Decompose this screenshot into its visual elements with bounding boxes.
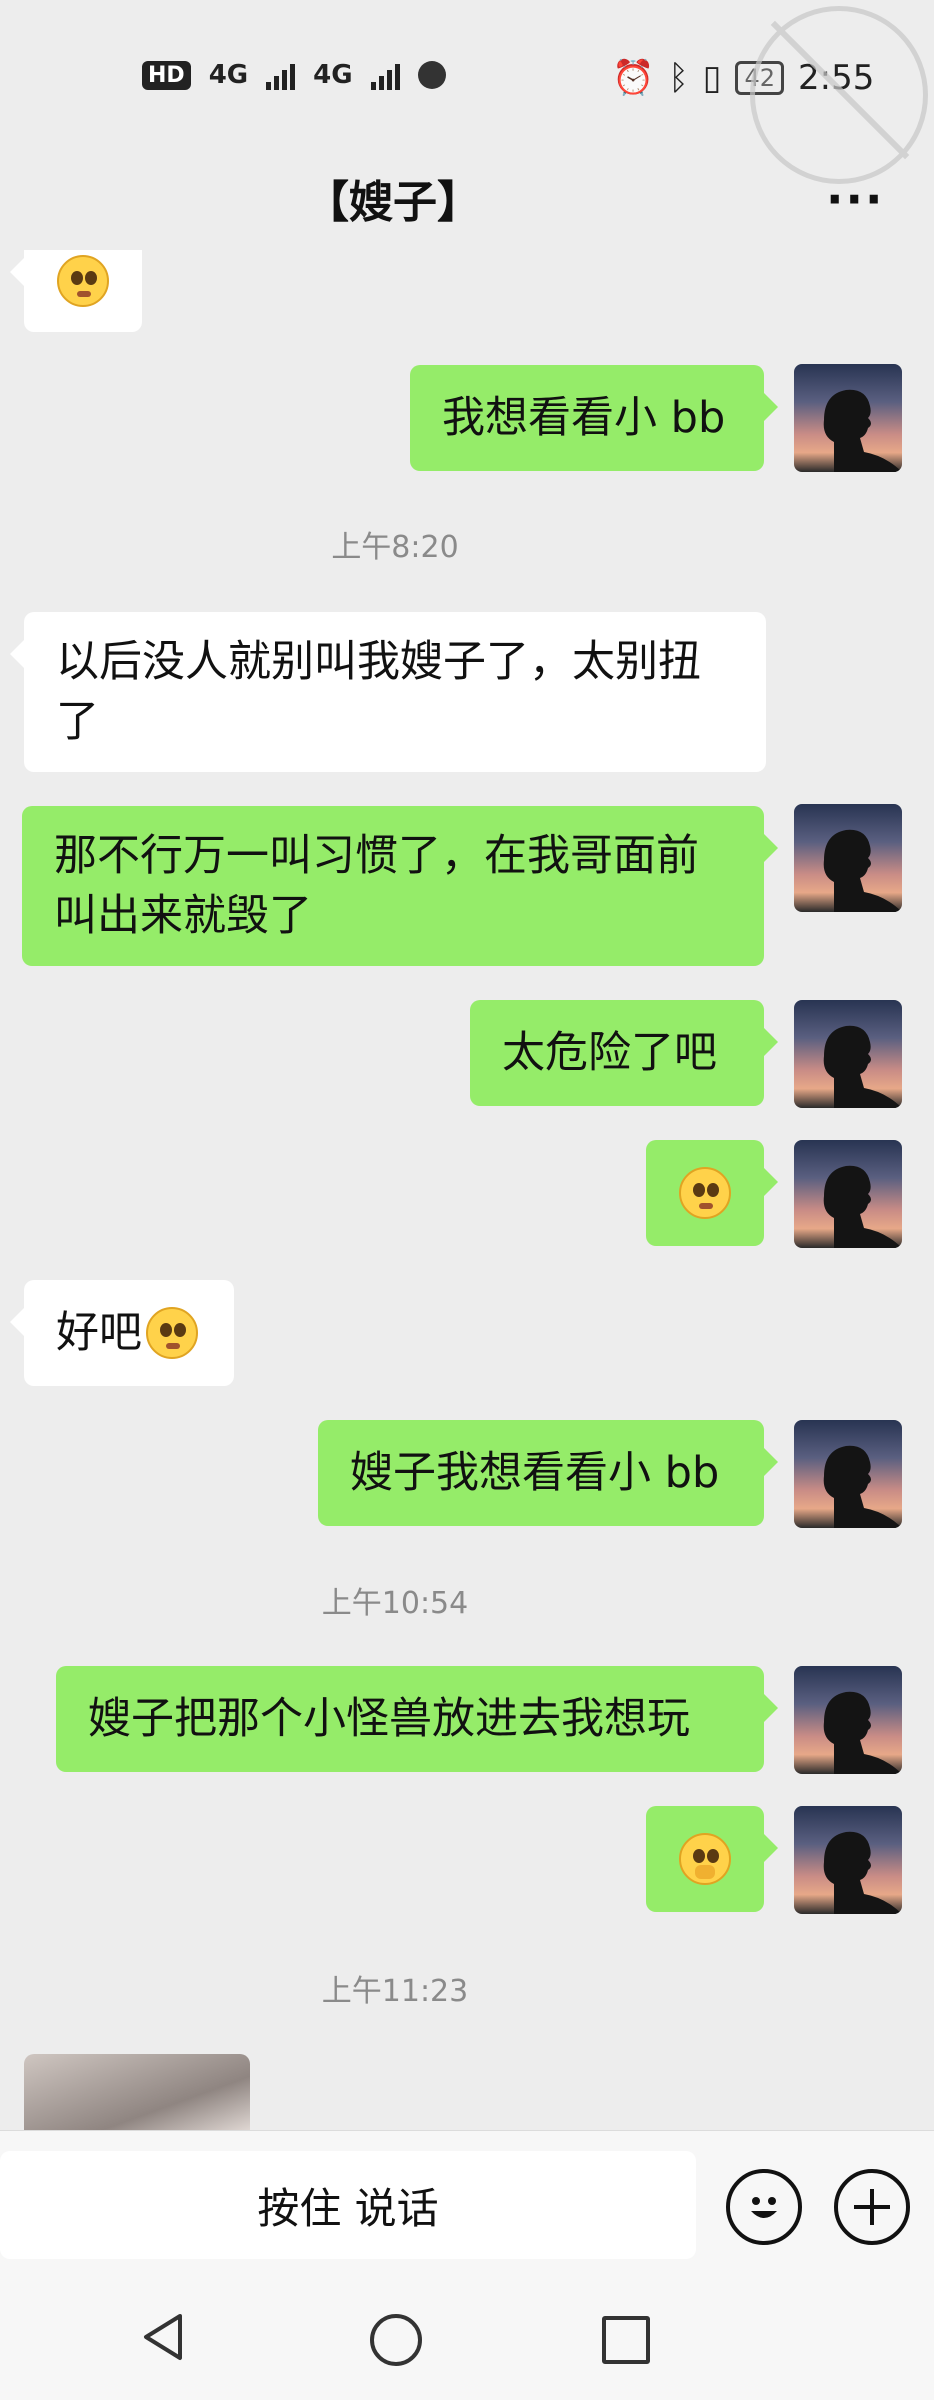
hd-badge: HD (142, 60, 191, 90)
avatar[interactable] (794, 1806, 902, 1914)
more-options-button[interactable]: ··· (826, 172, 884, 226)
timestamp: 上午10:54 (321, 1586, 469, 1621)
bluetooth-icon: ᛒ (668, 58, 689, 98)
system-navigation-bar (0, 2270, 934, 2400)
timestamp: 上午8:20 (331, 530, 459, 565)
hold-to-talk-button[interactable]: 按住 说话 (0, 2151, 696, 2259)
signal-icon (266, 60, 296, 90)
avatar[interactable] (794, 1666, 902, 1774)
signal-icon-2 (370, 60, 400, 90)
message-text: 好吧 (56, 1308, 142, 1358)
status-bar-left: HD 4G 4G (142, 60, 446, 90)
back-icon[interactable] (140, 2312, 186, 2362)
message-text: 嫂子我想看看小 bb (350, 1448, 720, 1498)
message-text: 以后没人就别叫我嫂子了，太别扭了 (56, 637, 701, 747)
sim1-network-label: 4G (208, 60, 249, 90)
avatar[interactable] (794, 1000, 902, 1108)
message-text: 那不行万一叫习惯了，在我哥面前叫出来就毁了 (54, 831, 699, 941)
timestamp: 上午11:23 (321, 1974, 469, 2009)
recent-apps-icon[interactable] (602, 2316, 650, 2364)
pleading-face-icon (146, 1307, 198, 1359)
alarm-icon: ⏰ (612, 58, 655, 98)
avatar[interactable] (794, 364, 902, 472)
outgoing-message[interactable]: 嫂子把那个小怪兽放进去我想玩 (56, 1666, 778, 1772)
chat-title: 【嫂子】 (305, 177, 481, 228)
incoming-message[interactable]: 以后没人就别叫我嫂子了，太别扭了 (10, 612, 766, 772)
status-bar: HD 4G 4G ⏰ ᛒ ▯ 42 2:55 (0, 0, 934, 184)
avatar[interactable] (794, 804, 902, 912)
outgoing-message[interactable] (646, 1140, 778, 1246)
outgoing-message[interactable]: 我想看看小 bb (410, 365, 778, 471)
plus-icon[interactable] (834, 2169, 910, 2245)
message-list[interactable]: 我想看看小 bb 上午8:20 以后没人就别叫我嫂子了，太别扭了 那不行万一叫习… (0, 250, 934, 2130)
incoming-message[interactable]: 好吧 (10, 1280, 234, 1386)
input-bar: 按住 说话 (0, 2130, 934, 2271)
avatar[interactable] (794, 1140, 902, 1248)
home-icon[interactable] (370, 2314, 422, 2366)
face-with-hand-over-mouth-icon (679, 1833, 731, 1885)
outgoing-message[interactable]: 太危险了吧 (470, 1000, 778, 1106)
pleading-face-icon (679, 1167, 731, 1219)
outgoing-message[interactable] (646, 1806, 778, 1912)
vibrate-icon: ▯ (702, 58, 722, 98)
incoming-message[interactable] (10, 250, 142, 332)
outgoing-message[interactable]: 嫂子我想看看小 bb (318, 1420, 778, 1526)
smiley-icon[interactable] (726, 2169, 802, 2245)
message-text: 我想看看小 bb (442, 393, 726, 443)
sim2-network-label: 4G (313, 60, 353, 90)
image-message-thumbnail[interactable] (24, 2054, 250, 2130)
chat-header: 【嫂子】 ··· (0, 150, 934, 250)
outgoing-message[interactable]: 那不行万一叫习惯了，在我哥面前叫出来就毁了 (22, 806, 778, 966)
message-text: 太危险了吧 (502, 1028, 717, 1078)
avatar[interactable] (794, 1420, 902, 1528)
pleading-face-icon (57, 255, 109, 307)
vpn-icon (417, 61, 446, 89)
message-text: 嫂子把那个小怪兽放进去我想玩 (88, 1694, 690, 1744)
